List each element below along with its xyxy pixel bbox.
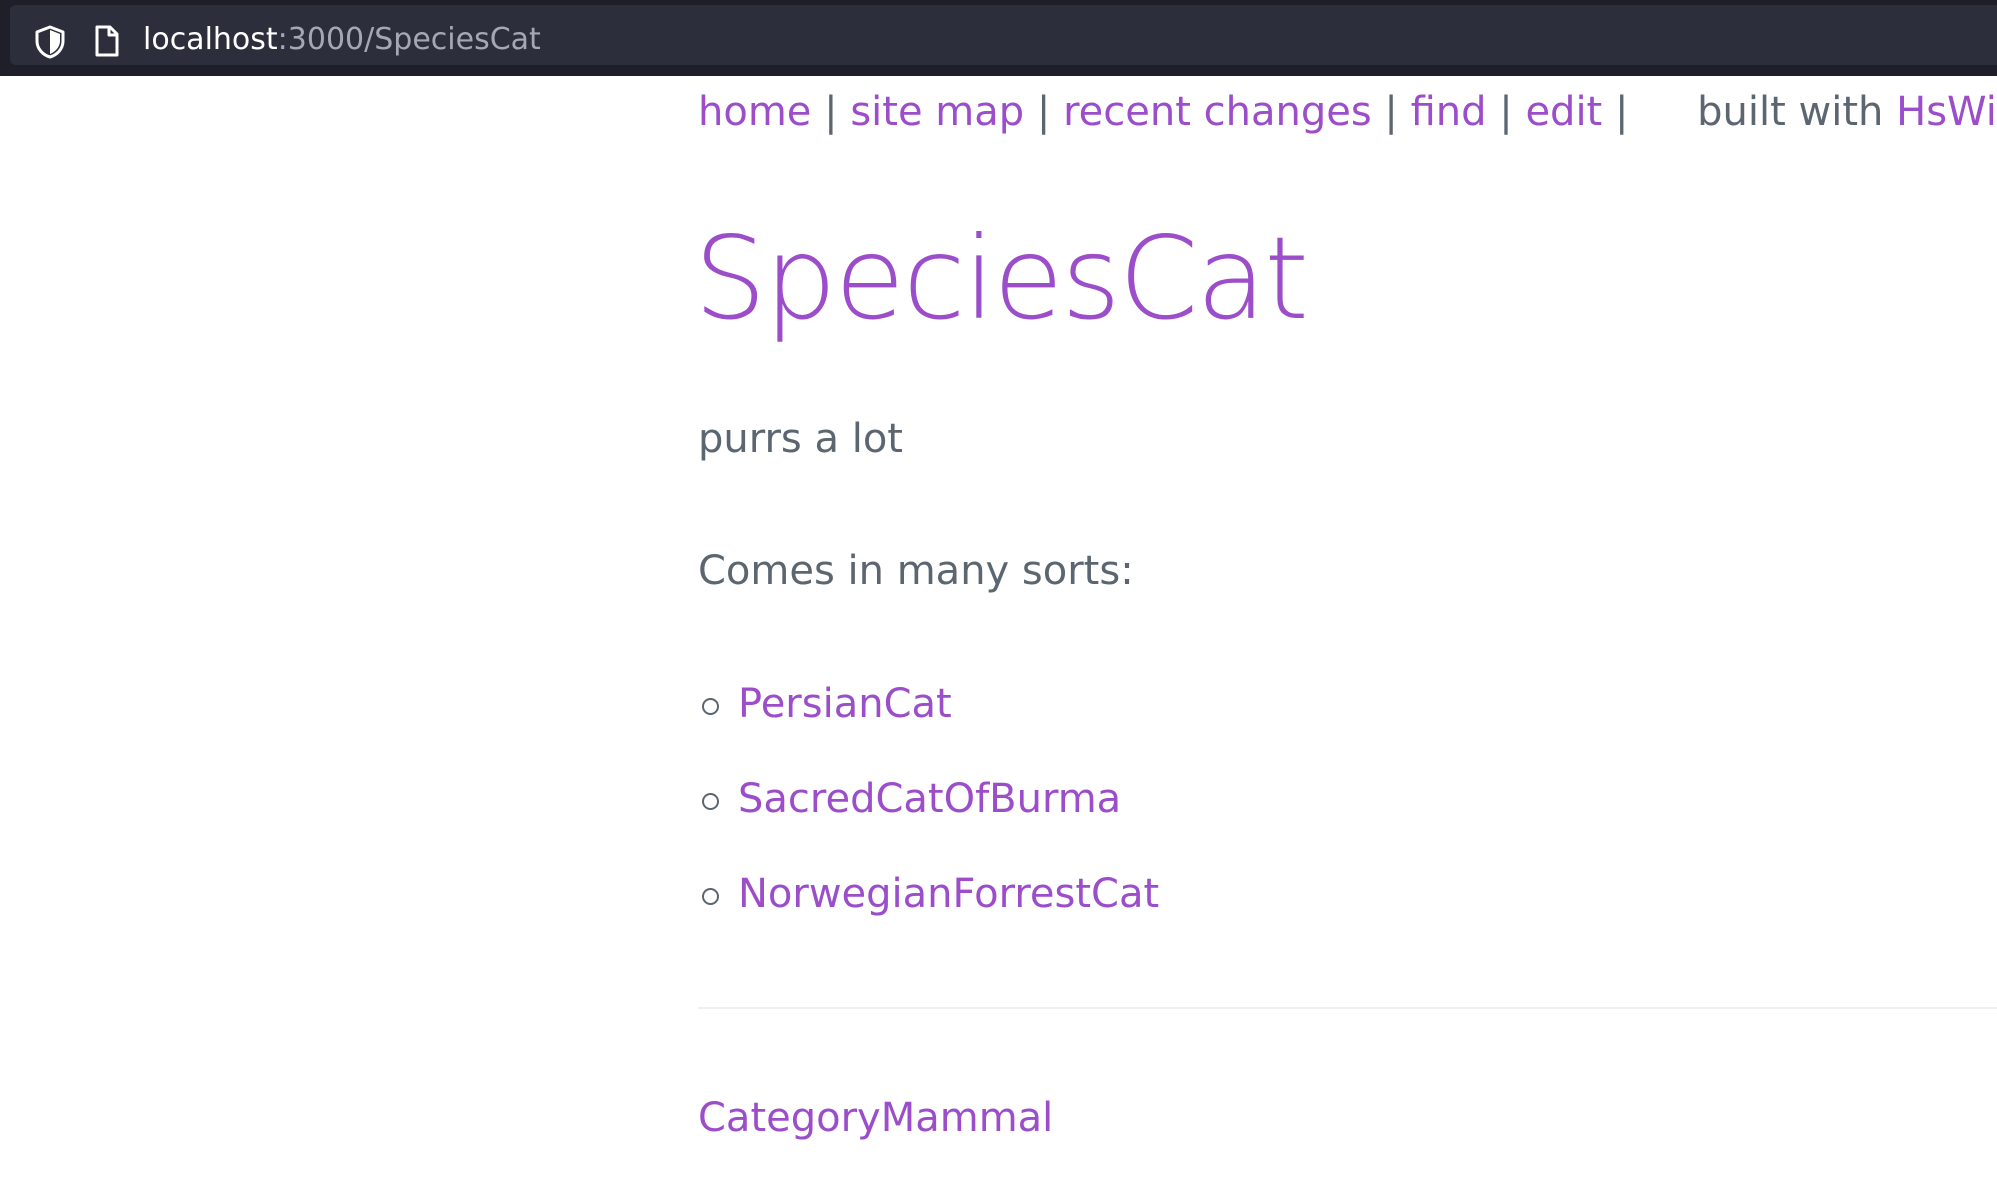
url-path: :3000/SpeciesCat: [277, 22, 541, 57]
sort-link-persian-cat[interactable]: PersianCat: [738, 676, 952, 732]
nav-link-find[interactable]: find: [1411, 89, 1487, 135]
nav-separator: |: [1614, 89, 1629, 135]
circle-bullet-icon: [702, 888, 719, 905]
url-host: localhost: [143, 22, 278, 57]
shield-icon[interactable]: [34, 25, 66, 59]
nav-link-home[interactable]: home: [698, 89, 811, 135]
nav-separator: |: [1036, 89, 1051, 135]
address-bar[interactable]: localhost:3000/SpeciesCat: [10, 5, 1997, 65]
page-icon: [95, 25, 119, 57]
divider: [698, 1007, 1997, 1009]
sort-link-norwegian-forrest-cat[interactable]: NorwegianForrestCat: [738, 866, 1159, 922]
hswiki-link[interactable]: HsWiki: [1896, 89, 1997, 135]
circle-bullet-icon: [702, 793, 719, 810]
nav-link-edit[interactable]: edit: [1525, 89, 1602, 135]
sort-link-sacred-cat-of-burma[interactable]: SacredCatOfBurma: [738, 771, 1121, 827]
nav-link-recent-changes[interactable]: recent changes: [1063, 89, 1372, 135]
url-text[interactable]: localhost:3000/SpeciesCat: [143, 17, 541, 63]
top-nav: home | site map | recent changes | find …: [698, 84, 1997, 140]
built-with-text: built with: [1697, 89, 1884, 135]
nav-separator: |: [1499, 89, 1513, 135]
nav-separator: |: [824, 89, 838, 135]
sorts-intro: Comes in many sorts:: [698, 548, 1134, 594]
nav-link-site-map[interactable]: site map: [850, 89, 1024, 135]
page-title[interactable]: SpeciesCat: [694, 209, 1309, 349]
nav-separator: |: [1384, 89, 1398, 135]
browser-toolbar: localhost:3000/SpeciesCat: [0, 0, 1997, 76]
category-link[interactable]: CategoryMammal: [698, 1090, 1053, 1146]
circle-bullet-icon: [702, 698, 719, 715]
page-description: purrs a lot: [698, 416, 903, 462]
